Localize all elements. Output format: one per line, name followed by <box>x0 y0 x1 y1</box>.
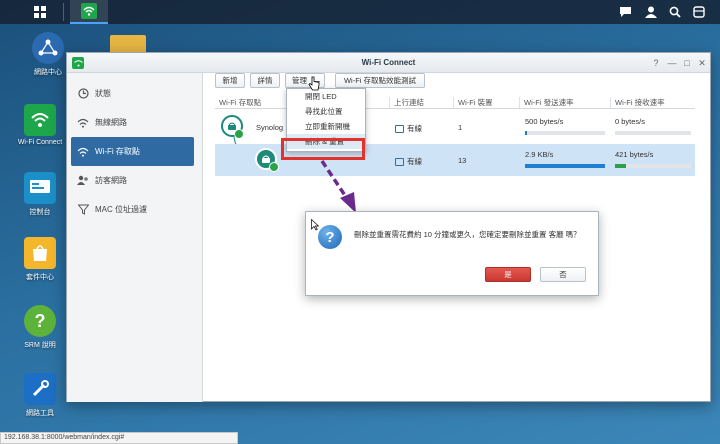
desktop-icon-label: Wi-Fi Connect <box>17 139 63 146</box>
send-rate-bar <box>525 164 605 168</box>
sidebar: 狀態 無線網路 Wi-Fi 存取點 訪客網路 MAC 位址過濾 <box>67 73 203 402</box>
receive-rate: 0 bytes/s <box>615 117 646 126</box>
sidebar-item-label: Wi-Fi 存取點 <box>95 147 140 156</box>
send-rate: 500 bytes/s <box>525 117 564 126</box>
window-title: Wi-Fi Connect <box>361 58 416 67</box>
help-icon: ? <box>24 305 56 337</box>
wifi-connect-icon <box>24 104 56 136</box>
confirm-dialog: ? 刪除並重置需花費約 10 分鐘或更久，您確定要刪除並重置 客廳 嗎？ 是 否 <box>305 211 599 296</box>
dialog-message: 刪除並重置需花費約 10 分鐘或更久，您確定要刪除並重置 客廳 嗎？ <box>354 230 581 239</box>
device-count: 1 <box>458 123 463 132</box>
sidebar-item-wireless[interactable]: 無線網路 <box>67 108 202 137</box>
window-titlebar[interactable]: Wi-Fi Connect ? — □ ✕ <box>67 53 710 73</box>
desktop-icon-label: 網路工具 <box>26 410 54 417</box>
guest-network-icon <box>77 175 89 187</box>
highlight-box <box>281 138 365 160</box>
taskbar-wifi-connect[interactable] <box>70 0 108 24</box>
sidebar-item-guest-network[interactable]: 訪客網路 <box>67 166 202 195</box>
sidebar-item-mac-filter[interactable]: MAC 位址過濾 <box>67 195 202 224</box>
uplink-label: 有線 <box>407 124 422 133</box>
taskbar <box>0 0 720 24</box>
desktop-icon-label: 控制台 <box>29 209 51 216</box>
network-center-icon <box>32 32 64 64</box>
sidebar-item-label: 狀態 <box>95 89 111 98</box>
send-rate: 2.9 KB/s <box>525 150 554 159</box>
column-header: 上行連結 <box>389 97 424 108</box>
search-icon[interactable] <box>664 0 686 24</box>
taskbar-divider <box>63 3 64 21</box>
arrow-cursor-icon <box>311 219 319 231</box>
confirm-no-button[interactable]: 否 <box>540 267 586 282</box>
grid-icon <box>34 6 46 18</box>
column-header: Wi-Fi 發送速率 <box>519 97 574 108</box>
desktop-icon-label: 套件中心 <box>26 274 54 281</box>
mac-filter-icon <box>77 204 89 216</box>
widget-icon[interactable] <box>688 0 710 24</box>
sidebar-item-access-point[interactable]: Wi-Fi 存取點 <box>71 137 194 166</box>
receive-rate-bar <box>615 131 691 135</box>
column-header: Wi-Fi 接收速率 <box>610 97 665 108</box>
manage-label: 管理 <box>292 76 307 85</box>
hand-cursor-icon <box>308 76 320 91</box>
minimize-button[interactable]: — <box>666 57 678 69</box>
desktop-icon-package-center[interactable]: 套件中心 <box>10 237 70 282</box>
sidebar-item-status[interactable]: 狀態 <box>67 79 202 108</box>
send-rate-bar-fill <box>525 164 605 168</box>
chat-icon[interactable] <box>614 0 636 24</box>
uplink-cell: 有線 <box>395 123 422 134</box>
column-header: Wi-Fi 裝置 <box>453 97 493 108</box>
desktop-icon-network-tools[interactable]: 網路工具 <box>10 373 70 418</box>
receive-rate-bar-fill <box>615 164 626 168</box>
help-button[interactable]: ? <box>650 57 662 69</box>
wired-icon <box>395 124 404 133</box>
uplink-cell: 有線 <box>395 156 422 167</box>
wireless-icon <box>77 117 89 129</box>
add-button[interactable]: 新增 <box>215 73 245 88</box>
status-icon <box>77 88 89 100</box>
uplink-label: 有線 <box>407 157 422 166</box>
desktop-icon-control-panel[interactable]: 控制台 <box>10 172 70 217</box>
user-icon[interactable] <box>640 0 662 24</box>
dashed-arrow <box>320 160 356 213</box>
online-check-icon <box>269 162 279 172</box>
ap-name: Synolog <box>256 123 284 132</box>
wifi-icon <box>81 3 97 19</box>
details-button[interactable]: 詳情 <box>250 73 280 88</box>
desktop-icon-wifi-connect[interactable]: Wi-Fi Connect <box>10 104 70 146</box>
desktop-icon-help[interactable]: ? SRM 說明 <box>10 305 70 350</box>
access-point-icon <box>77 146 89 158</box>
status-url: 192.168.38.1:8000/webman/index.cgi# <box>0 432 238 444</box>
menu-item-reboot[interactable]: 立即重新開機 <box>287 119 365 134</box>
send-rate-bar <box>525 131 605 135</box>
sidebar-item-label: MAC 位址過濾 <box>95 205 147 214</box>
desktop-icon-label: SRM 說明 <box>24 342 56 349</box>
maximize-button[interactable]: □ <box>681 57 693 69</box>
receive-rate: 421 bytes/s <box>615 150 654 159</box>
package-center-icon <box>24 237 56 269</box>
sidebar-item-label: 訪客網路 <box>95 176 127 185</box>
question-icon: ? <box>318 225 342 249</box>
control-panel-icon <box>24 172 56 204</box>
menu-item-toggle-led[interactable]: 開閉 LED <box>287 89 365 104</box>
close-button[interactable]: ✕ <box>696 57 708 69</box>
device-count: 13 <box>458 156 467 165</box>
menu-item-locate[interactable]: 尋找此位置 <box>287 104 365 119</box>
wired-icon <box>395 157 404 166</box>
main-menu-button[interactable] <box>28 0 52 24</box>
confirm-yes-button[interactable]: 是 <box>485 267 531 282</box>
network-tools-icon <box>24 373 56 405</box>
sidebar-item-label: 無線網路 <box>95 118 127 127</box>
send-rate-bar-fill <box>525 131 528 135</box>
receive-rate-bar <box>615 164 691 168</box>
column-header: Wi-Fi 存取點 <box>219 98 262 107</box>
performance-test-button[interactable]: Wi-Fi 存取點效能測試 <box>335 73 425 88</box>
